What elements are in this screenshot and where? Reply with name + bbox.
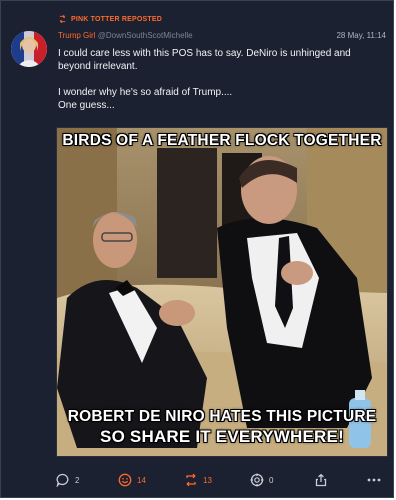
repost-button[interactable]: 13 (184, 473, 212, 487)
post-body: I could care less with this POS has to s… (58, 47, 378, 112)
avatar[interactable] (11, 31, 47, 67)
author-handle[interactable]: @DownSouthScotMichelle (98, 31, 193, 40)
author-name[interactable]: Trump Girl (58, 31, 95, 40)
share-icon (315, 474, 327, 487)
post-text-line: I could care less with this POS has to s… (58, 48, 351, 72)
more-button[interactable] (366, 473, 382, 487)
meme-image[interactable]: BIRDS OF A FEATHER FLOCK TOGETHER ROBERT… (56, 127, 388, 457)
post-text-line: I wonder why he's so afraid of Trump.... (58, 87, 233, 98)
repost-count: 13 (203, 475, 212, 485)
post-text-line: One guess... (58, 100, 115, 111)
share-button[interactable] (314, 473, 328, 487)
post-author[interactable]: Trump Girl @DownSouthScotMichelle (58, 31, 193, 40)
quote-count: 0 (269, 475, 274, 485)
like-smiley-icon (118, 473, 132, 487)
reply-count: 2 (75, 475, 80, 485)
repost-indicator: PINK TOTTER REPOSTED (58, 15, 162, 23)
repost-label: PINK TOTTER REPOSTED (71, 15, 162, 23)
meme-caption-bottom: ROBERT DE NIRO HATES THIS PICTURE (67, 408, 377, 425)
repost-arrows-icon (186, 473, 196, 487)
post-card: PINK TOTTER REPOSTED Trump Girl @DownSou… (0, 0, 394, 498)
like-count: 14 (137, 475, 146, 485)
post-date: 28 May, 11:14 (336, 31, 386, 40)
meme-caption-bottom: SO SHARE IT EVERYWHERE! (100, 427, 344, 446)
meme-photo (57, 128, 387, 456)
more-icon (367, 478, 381, 482)
quote-button[interactable]: 0 (250, 473, 273, 487)
reply-icon (56, 473, 69, 487)
quote-icon (250, 473, 264, 487)
repost-icon (59, 15, 66, 23)
like-button[interactable]: 14 (118, 473, 146, 487)
reply-button[interactable]: 2 (56, 473, 79, 487)
meme-caption-top: BIRDS OF A FEATHER FLOCK TOGETHER (62, 132, 382, 149)
post-actions: 2 14 13 0 (56, 473, 386, 493)
